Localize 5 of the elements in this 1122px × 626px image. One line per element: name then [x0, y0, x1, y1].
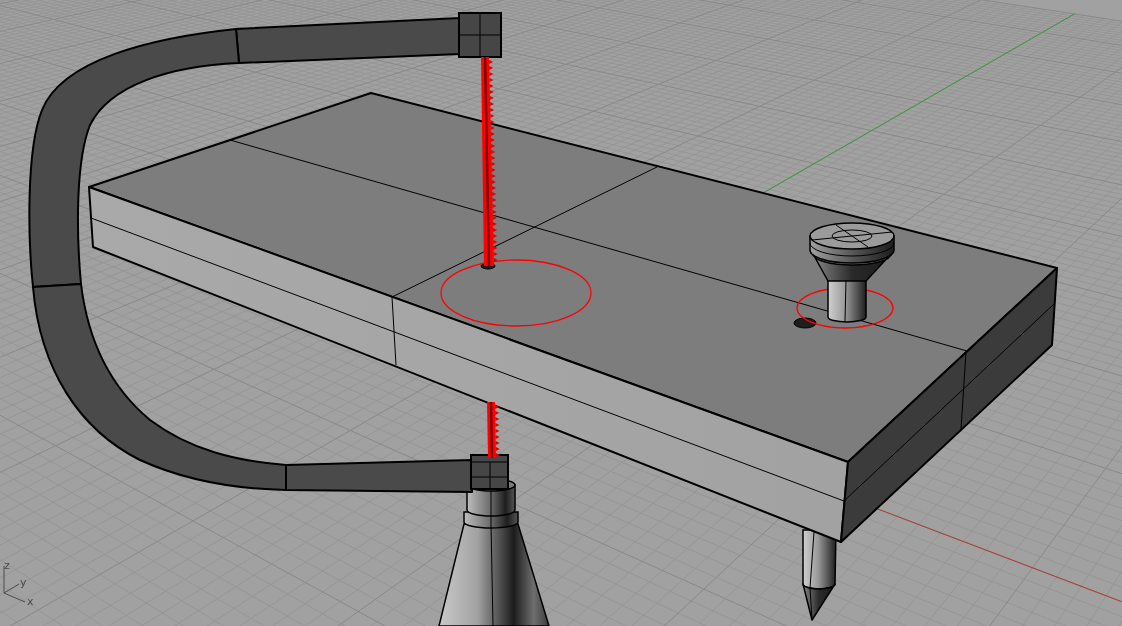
axis-label: y [20, 576, 27, 589]
hole [793, 317, 817, 329]
axis-triad-icon [3, 565, 26, 603]
axis-label: z [4, 559, 10, 572]
axis-label: x [27, 595, 34, 608]
